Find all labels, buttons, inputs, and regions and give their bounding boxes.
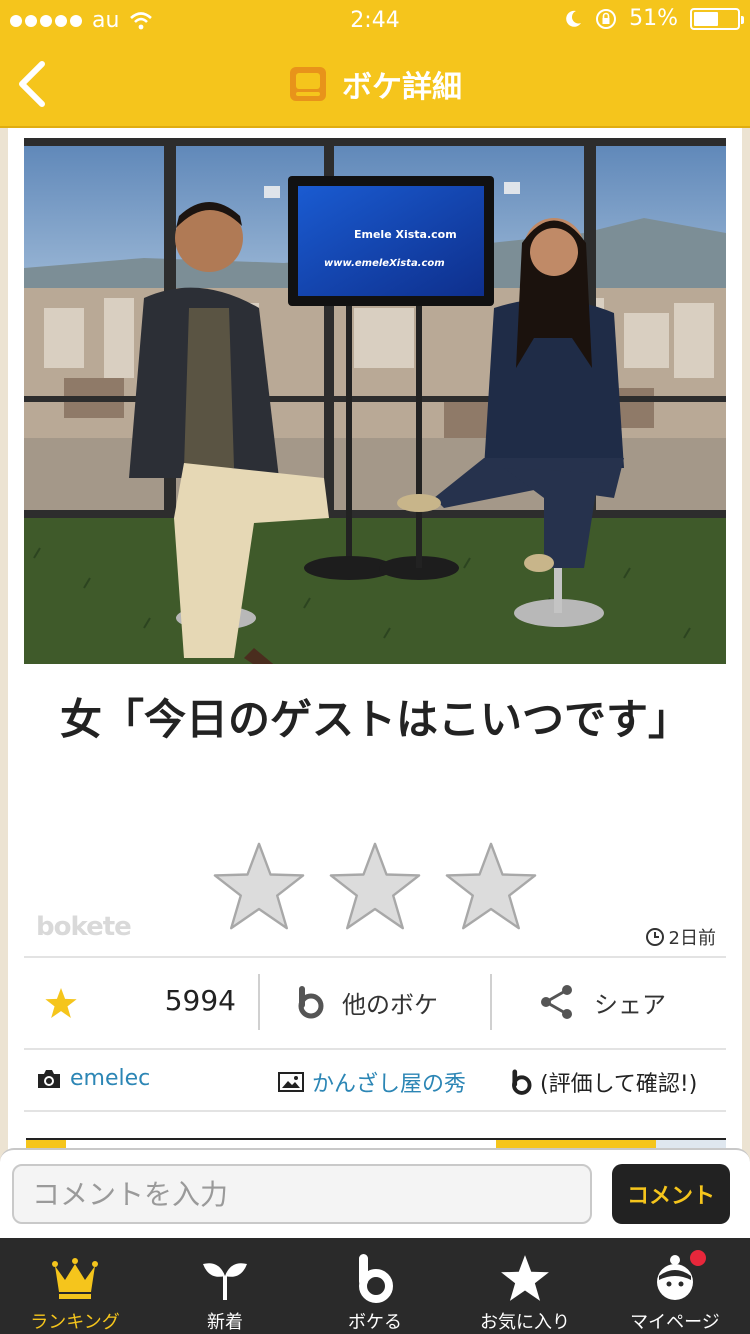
credits-row: emelec かんざし屋の秀 (評価して確認!)	[24, 1066, 726, 1106]
clock-icon	[645, 928, 664, 946]
tab-bar: ランキング 新着 ボケる お気に入り マイページ	[0, 1238, 750, 1334]
separator	[258, 974, 260, 1030]
sprout-icon	[203, 1263, 247, 1300]
divider	[24, 1048, 726, 1050]
other-bokes-label: 他のボケ	[342, 990, 438, 1019]
tab-mypage[interactable]: マイページ	[600, 1238, 750, 1334]
nav-bar: ボケ詳細	[0, 40, 750, 128]
rate-star-1-icon[interactable]	[211, 840, 307, 932]
image-icon	[278, 1072, 304, 1092]
battery-icon	[690, 7, 744, 30]
boke-user-link[interactable]: かんざし屋の秀	[312, 1066, 466, 1098]
bokete-b-icon	[298, 986, 324, 1019]
posted-ago: 2日前	[668, 928, 716, 949]
star-count: 5994	[164, 984, 236, 1017]
tab-label: マイページ	[630, 1312, 720, 1333]
tab-label: ランキング	[30, 1312, 120, 1333]
moon-icon	[566, 10, 582, 27]
tab-boke[interactable]: ボケる	[300, 1238, 450, 1334]
separator	[490, 974, 492, 1030]
rate-star-2-icon[interactable]	[327, 840, 423, 932]
tv-screen-url: www.emeleXista.com	[324, 258, 445, 269]
photo-credit: emelec	[36, 1066, 150, 1091]
photo-user-link[interactable]: emelec	[70, 1066, 150, 1091]
boke-photo[interactable]: Emele Xista.com www.emeleXista.com	[24, 138, 726, 664]
bokete-b-icon	[512, 1069, 532, 1095]
rate-to-confirm[interactable]: (評価して確認!)	[510, 1066, 697, 1098]
comment-bar: コメント	[0, 1148, 750, 1238]
tab-new[interactable]: 新着	[150, 1238, 300, 1334]
boke-card: Emele Xista.com www.emeleXista.com 女「今日の…	[8, 128, 742, 1158]
boke-credit: かんざし屋の秀	[278, 1066, 466, 1098]
camera-icon	[38, 1069, 60, 1088]
tab-ranking[interactable]: ランキング	[0, 1238, 150, 1334]
rotation-lock-icon	[596, 8, 617, 29]
share-label: シェア	[594, 990, 666, 1019]
tab-label: 新着	[207, 1312, 243, 1333]
share-icon	[541, 985, 572, 1019]
share-button[interactable]: シェア	[538, 978, 666, 1026]
photo-illustration: Emele Xista.com www.emeleXista.com	[24, 138, 726, 664]
notification-badge	[688, 1248, 708, 1268]
bokete-b-icon	[359, 1254, 393, 1303]
stats-row: 5994 他のボケ シェア	[24, 958, 726, 1046]
status-bar: au 2:44 51%	[0, 0, 750, 40]
battery-percent: 51%	[629, 6, 678, 31]
rate-to-confirm-label: (評価して確認!)	[540, 1072, 698, 1097]
posted-time: 2日前	[645, 924, 716, 950]
tab-label: ボケる	[348, 1312, 402, 1333]
other-bokes-button[interactable]: 他のボケ	[296, 978, 438, 1026]
boke-caption: 女「今日のゲストはこいつです」	[59, 695, 690, 744]
page-title: ボケ詳細	[342, 70, 462, 105]
rate-star-3-icon[interactable]	[443, 840, 539, 932]
star-icon	[501, 1255, 549, 1301]
tv-icon	[290, 67, 326, 101]
comment-input[interactable]	[12, 1164, 592, 1224]
tab-label: お気に入り	[480, 1312, 570, 1333]
bokete-watermark: bokete	[36, 912, 132, 942]
comment-submit-button[interactable]: コメント	[612, 1164, 730, 1224]
crown-icon	[52, 1258, 98, 1299]
divider	[24, 1110, 726, 1112]
tab-favorites[interactable]: お気に入り	[450, 1238, 600, 1334]
tv-screen-logo: Emele Xista.com	[354, 228, 457, 241]
